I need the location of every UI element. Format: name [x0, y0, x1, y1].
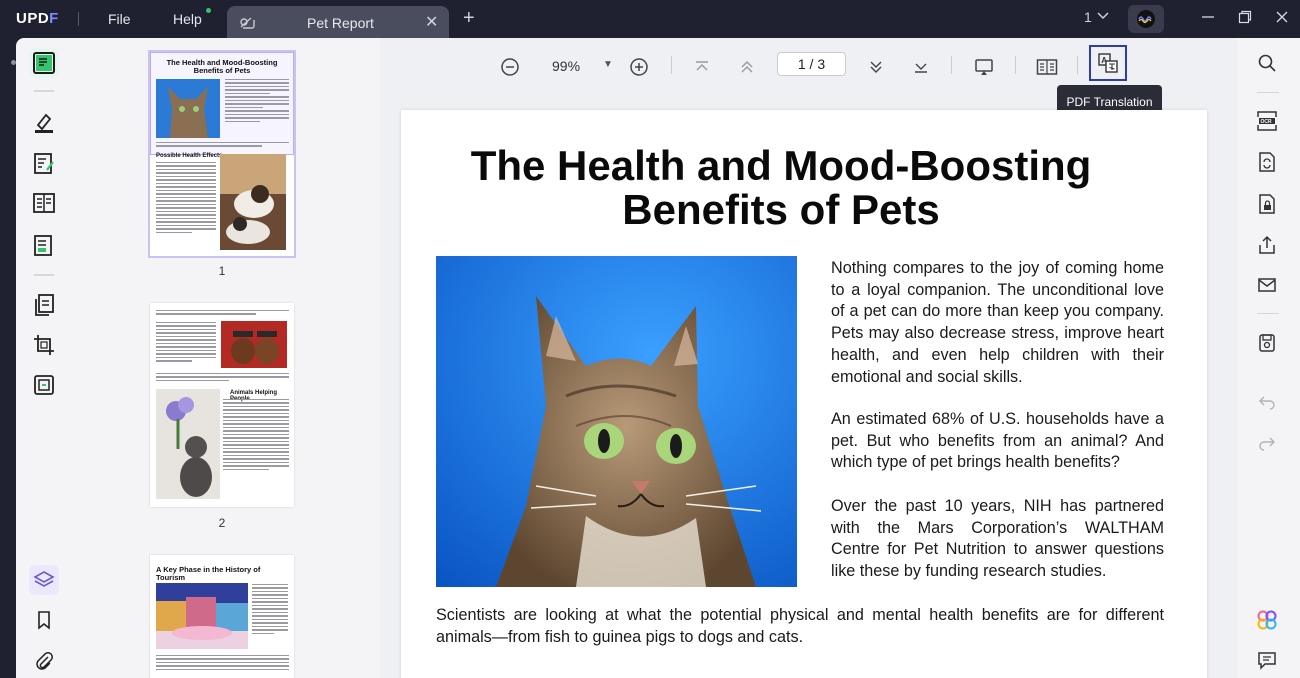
document-tab[interactable]: Pet Report ✕	[227, 6, 449, 39]
thumbnail-page-number: 2	[218, 516, 226, 530]
new-tab-icon[interactable]: +	[463, 7, 475, 30]
document-tab-icon	[238, 15, 256, 36]
reader-mode-button[interactable]	[29, 48, 59, 78]
maximize-icon[interactable]	[1238, 10, 1252, 29]
divider	[951, 56, 952, 74]
previous-page-icon[interactable]	[734, 54, 760, 80]
thumbnail-title: A Key Phase in the History of Tourism	[156, 565, 261, 582]
convert-tool-button[interactable]	[29, 370, 59, 400]
zoom-out-icon[interactable]	[497, 54, 523, 80]
document-viewer: 99% ▼ 1 / 3 A PDF Translation The Health…	[380, 38, 1238, 678]
paragraph: Over the past 10 years, NIH has partnere…	[831, 497, 1164, 581]
ai-assistant-icon[interactable]	[1254, 607, 1280, 633]
divider	[1077, 56, 1078, 74]
paragraph: An estimated 68% of U.S. households have…	[831, 410, 1164, 472]
thumbnail-street-image	[156, 583, 248, 649]
slideshow-icon[interactable]	[971, 54, 997, 80]
viewer-toolbar: 99% ▼ 1 / 3 A PDF Translation	[380, 38, 1238, 119]
pdf-page: The Health and Mood-Boosting Benefits of…	[401, 110, 1207, 678]
comments-panel-icon[interactable]	[1254, 647, 1280, 673]
last-page-icon[interactable]	[908, 54, 934, 80]
form-tool-button[interactable]	[29, 230, 59, 260]
svg-text:OCR: OCR	[1261, 119, 1273, 125]
tool-rail	[16, 38, 73, 678]
layers-button[interactable]	[29, 565, 59, 595]
email-icon[interactable]	[1254, 272, 1280, 298]
minimize-icon[interactable]	[1201, 10, 1215, 29]
crop-tool-button[interactable]	[29, 330, 59, 360]
next-page-icon[interactable]	[863, 54, 889, 80]
avatar[interactable]	[1128, 5, 1164, 33]
divider	[34, 90, 54, 92]
zoom-dropdown-icon[interactable]: ▼	[603, 59, 613, 70]
redo-icon[interactable]	[1254, 430, 1280, 456]
thumbnail-dog-image	[220, 154, 286, 250]
menu-file[interactable]: File	[108, 11, 131, 27]
divider	[1015, 56, 1016, 74]
attachment-icon[interactable]	[29, 646, 59, 676]
chevron-down-icon[interactable]	[1097, 8, 1109, 24]
edit-pdf-button[interactable]	[29, 148, 59, 178]
zoom-level[interactable]: 99%	[552, 58, 580, 74]
undo-icon[interactable]	[1254, 389, 1280, 415]
protect-pdf-icon[interactable]	[1254, 191, 1280, 217]
paragraph: Nothing compares to the joy of coming ho…	[831, 259, 1164, 386]
page-thumbnail-1[interactable]: The Health and Mood-Boosting Benefits of…	[148, 50, 296, 258]
page-number-input[interactable]: 1 / 3	[777, 52, 846, 76]
divider	[671, 56, 672, 74]
divider	[34, 274, 54, 276]
zoom-in-icon[interactable]	[626, 54, 652, 80]
document-title: The Health and Mood-Boosting Benefits of…	[470, 142, 1092, 233]
save-icon[interactable]	[1254, 330, 1280, 356]
page-count-indicator[interactable]: 1	[1084, 9, 1092, 25]
close-window-icon[interactable]	[1275, 10, 1289, 29]
page-tools-button[interactable]	[29, 188, 59, 218]
divider	[1257, 92, 1279, 93]
convert-pdf-icon[interactable]	[1254, 149, 1280, 175]
page-thumbnail-2[interactable]: Animals Helping People	[150, 303, 294, 507]
notification-dot	[206, 8, 211, 13]
paragraph: Scientists are looking at what the poten…	[436, 606, 1164, 646]
cat-photo	[436, 256, 797, 587]
menu-help[interactable]: Help	[173, 11, 202, 27]
ocr-icon[interactable]: OCR	[1254, 108, 1280, 134]
close-tab-icon[interactable]: ✕	[425, 12, 438, 32]
bookmark-icon[interactable]	[29, 605, 59, 635]
first-page-icon[interactable]	[689, 54, 715, 80]
tab-title: Pet Report	[307, 15, 374, 31]
thumbnail-panel: The Health and Mood-Boosting Benefits of…	[73, 38, 380, 678]
app-logo: UPDF	[16, 10, 59, 27]
right-tool-rail: OCR	[1238, 38, 1300, 678]
page-thumbnail-3[interactable]: A Key Phase in the History of Tourism	[150, 555, 294, 678]
title-bar: UPDF File Help Pet Report ✕ + 1	[0, 0, 1300, 39]
page-display-icon[interactable]	[1034, 54, 1060, 80]
thumbnail-heading: Possible Health Effects	[156, 153, 223, 159]
comment-tool-button[interactable]	[29, 108, 59, 138]
share-icon[interactable]	[1254, 232, 1280, 258]
divider	[78, 12, 79, 26]
thumbnail-dogs-image	[221, 321, 287, 368]
thumbnail-page-number: 1	[218, 264, 226, 278]
organize-pages-button[interactable]	[29, 290, 59, 320]
thumbnail-cat-flowers-image	[156, 389, 220, 499]
divider	[1257, 313, 1279, 314]
pdf-translation-button[interactable]: A	[1089, 45, 1127, 81]
thumbnail-cat-image	[156, 79, 220, 138]
search-icon[interactable]	[1254, 50, 1280, 76]
thumbnail-title: The Health and Mood-Boosting Benefits of…	[166, 58, 278, 75]
